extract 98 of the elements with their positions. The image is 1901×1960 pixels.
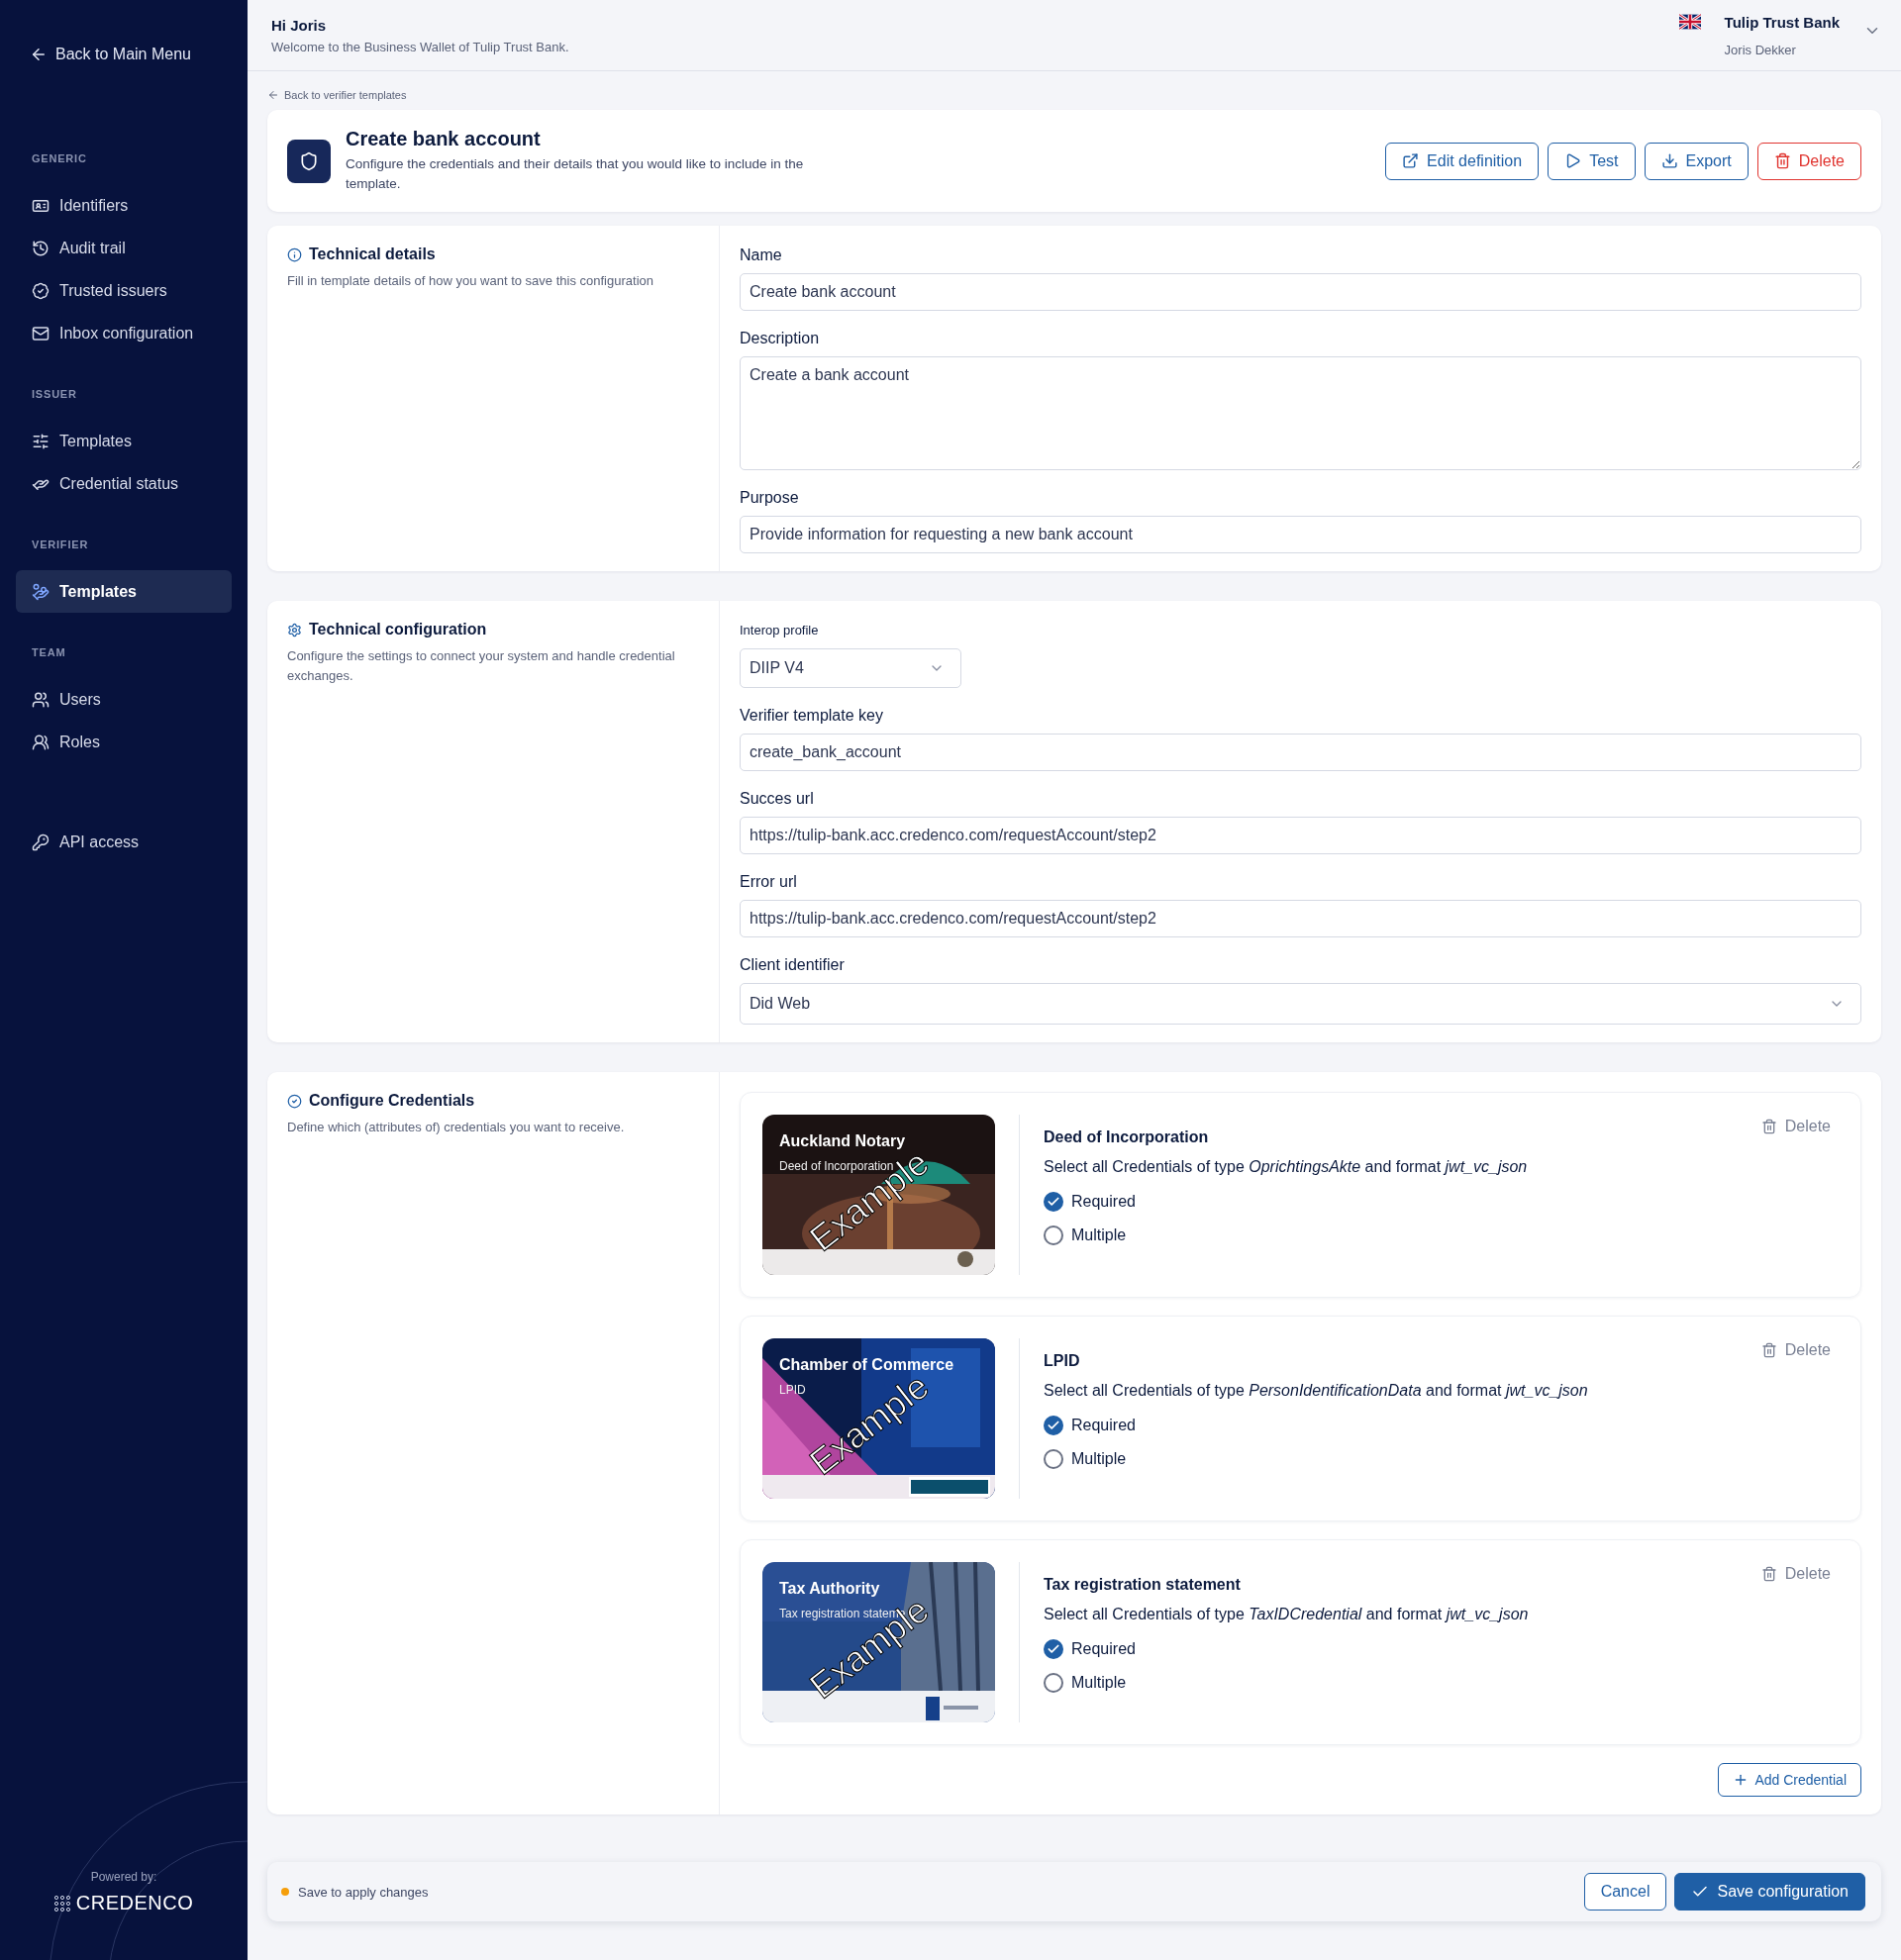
delete-button[interactable]: Delete [1754,1117,1837,1136]
page-description: Configure the credentials and their details that you would like to include in the template. [346,155,805,193]
section-title: Technical details [309,245,436,263]
check-circle-icon [287,1093,302,1109]
checkbox[interactable]: Required [1044,1639,1136,1659]
external-link-icon [1402,152,1420,169]
users-icon [32,733,50,751]
field-label: Purpose [740,488,800,508]
credential-description: Select all Credentials of type OprichtingsAkte and format jwt_vc_json [1044,1158,1529,1176]
sidebar-item[interactable]: Templates [16,570,232,613]
field-label: Name [740,245,783,265]
delete-button[interactable]: Delete [1754,1340,1837,1360]
sidebar-item[interactable]: API access [16,821,232,863]
badge-check-icon [32,281,50,300]
field-label: Client identifier [740,955,846,975]
sidebar-item[interactable]: Audit trail [16,227,232,269]
user-name: Joris Dekker [1724,42,1797,57]
settings-icon [287,622,302,637]
info-icon [287,246,302,262]
credential-name: Tax registration statement [1044,1576,1242,1594]
credential-description: Select all Credentials of type PersonIdentificationData and format jwt_vc_json [1044,1382,1589,1400]
card-title: Auckland Notary [779,1132,906,1150]
back-link[interactable]: Back to verifier templates [267,89,407,101]
mail-icon [32,324,50,343]
sidebar-section-heading: ISSUER [31,388,78,400]
trash-icon [1760,1119,1777,1134]
input-field[interactable]: Create bank account [740,273,1861,311]
input-field[interactable]: create_bank_account [740,734,1861,771]
section-description: Define which (attributes of) credentials you want to receive. [287,1119,626,1136]
sidebar-item[interactable]: Trusted issuers [16,269,232,312]
shield-icon [287,139,331,183]
sidebar-section-heading: TEAM [31,646,67,658]
check-icon [1047,1419,1060,1432]
sidebar-section-heading: GENERIC [31,152,88,164]
arrow-left-icon [267,89,279,101]
status-dot [281,1888,289,1896]
field-label: Succes url [740,789,815,809]
trash-icon [1760,1566,1777,1582]
page-title: Create bank account [346,128,542,150]
organization-name: Tulip Trust Bank [1724,13,1840,31]
field-label: Verifier template key [740,706,884,726]
powered-by-label: Powered by: [90,1870,157,1884]
welcome-text: Welcome to the Business Wallet of Tulip Trust Bank. [271,39,569,54]
sidebar-item[interactable]: Templates [16,420,232,462]
section-title: Configure Credentials [309,1092,475,1110]
greeting: Hi Joris [271,16,328,34]
back-to-main-menu-link[interactable]: Back to Main Menu [16,46,205,63]
input-field[interactable]: Provide information for requesting a new bank account [740,516,1861,553]
select-field[interactable]: DIIP V4 [740,648,961,688]
checkbox[interactable]: Multiple [1044,1225,1127,1245]
check-icon [1047,1642,1060,1656]
check-icon [1047,1195,1060,1209]
brand-name: CREDENCO [75,1892,194,1914]
save-button[interactable]: Save configuration [1674,1873,1865,1911]
sidebar-item[interactable]: Inbox configuration [16,312,232,354]
logo-icon [53,1895,70,1911]
sidebar-section-heading: VERIFIER [31,539,90,550]
input-field[interactable]: https://tulip-bank.acc.credenco.com/requestAccount/step2 [740,900,1861,937]
checkbox[interactable]: Multiple [1044,1673,1127,1693]
play-icon [1564,152,1582,169]
credential-name: Deed of Incorporation [1044,1128,1210,1146]
history-icon [32,239,50,257]
checkbox[interactable]: Required [1044,1192,1136,1212]
section-description: Configure the settings to connect your system and handle credential exchanges. [287,647,676,685]
edit-button[interactable]: Edit definition [1385,142,1540,180]
sidebar-item[interactable]: Users [16,678,232,721]
sidebar-item[interactable]: Credential status [16,462,232,505]
status-text: Save to apply changes [298,1884,429,1900]
sidebar-item[interactable]: Identifiers [16,184,232,227]
sliders-icon [32,432,50,450]
delete-button[interactable]: Delete [1756,142,1861,180]
field-label: Error url [740,872,798,892]
trash-icon [1760,1342,1777,1358]
users-icon [32,690,50,709]
test-button[interactable]: Test [1548,142,1636,180]
credential-description: Select all Credentials of type TaxIDCredential and format jwt_vc_json [1044,1606,1530,1623]
hand-coins-icon [32,582,50,601]
field-label: Interop profile [740,622,820,639]
add-credential-button[interactable]: Add Credential [1718,1763,1861,1797]
field-label: Description [740,329,821,348]
input-field[interactable]: https://tulip-bank.acc.credenco.com/requestAccount/step2 [740,817,1861,854]
sidebar-item[interactable]: Roles [16,721,232,763]
flag-icon [1678,13,1701,30]
download-icon [1660,152,1678,169]
trash-icon [1773,152,1791,169]
cancel-button[interactable]: Cancel [1583,1873,1667,1911]
section-description: Fill in template details of how you want to save this configuration [287,272,654,290]
delete-button[interactable]: Delete [1754,1564,1837,1584]
card-title: Chamber of Commerce [779,1356,954,1374]
textarea-field[interactable]: Create a bank account [740,356,1861,470]
export-button[interactable]: Export [1644,142,1749,180]
checkbox[interactable]: Required [1044,1416,1136,1435]
card-title: Tax Authority [779,1580,880,1598]
checkbox[interactable]: Multiple [1044,1449,1127,1469]
credential-name: LPID [1044,1352,1081,1370]
section-title: Technical configuration [309,621,487,638]
key-icon [32,833,50,851]
select-field[interactable]: Did Web [740,983,1861,1025]
